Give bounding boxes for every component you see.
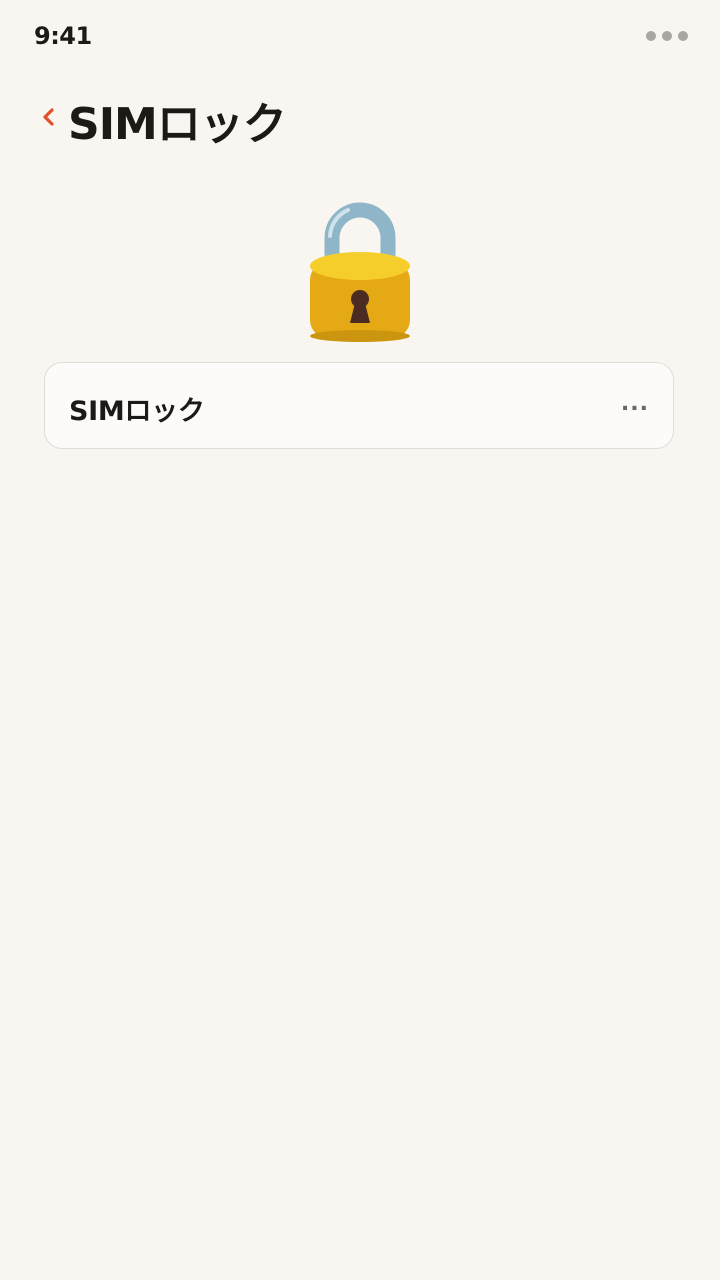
status-bar: 9:41 [0,0,720,76]
sim-lock-card[interactable]: SIMロック ... [44,362,674,449]
dot [678,31,688,41]
padlock-icon [300,196,420,346]
dot [662,31,672,41]
header: SIMロック [0,80,720,156]
back-button[interactable] [36,104,62,130]
sim-lock-label: SIMロック [69,396,205,427]
more-options-button[interactable]: ... [621,391,649,416]
more-dots-icon[interactable] [646,31,688,41]
status-time: 9:41 [34,22,92,50]
dot [646,31,656,41]
page-title: SIMロック [68,99,287,150]
chevron-left-icon [43,108,54,126]
